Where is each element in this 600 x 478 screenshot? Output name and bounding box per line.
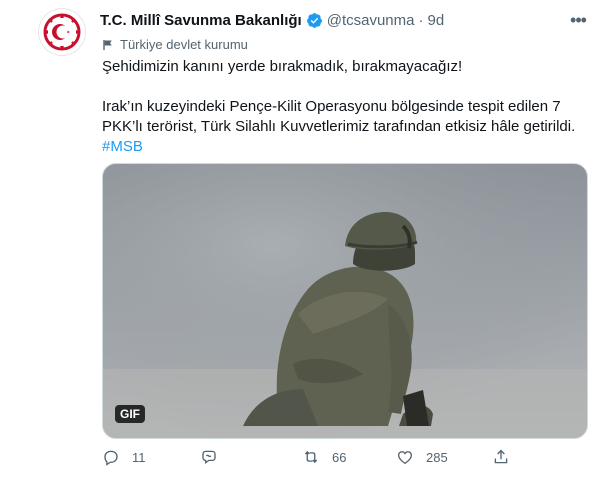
spaces-button[interactable] xyxy=(200,448,230,466)
tweet-media-gif[interactable]: GIF xyxy=(102,163,588,439)
reply-icon xyxy=(104,450,118,466)
tweet-line-2: Irak’ın kuzeyindeki Pençe-Kilit Operasyo… xyxy=(102,98,576,135)
soldier-image xyxy=(103,164,587,438)
reply-button[interactable]: 11 xyxy=(102,448,146,466)
government-label[interactable]: Türkiye devlet kurumu xyxy=(102,37,248,52)
tweet-text: Şehidimizin kanını yerde bırakmadık, bır… xyxy=(102,57,582,157)
more-icon[interactable]: ••• xyxy=(566,8,590,32)
reply-count: 11 xyxy=(132,449,146,465)
like-icon xyxy=(397,451,413,465)
gif-badge: GIF xyxy=(115,405,145,423)
tweet-timestamp[interactable]: 9d xyxy=(427,12,444,29)
tweet-actions: 11 66 285 xyxy=(96,448,536,478)
government-flag-icon xyxy=(103,39,112,50)
like-count: 285 xyxy=(426,449,448,465)
account-name[interactable]: T.C. Millî Savunma Bakanlığı xyxy=(100,12,302,29)
avatar[interactable] xyxy=(38,8,86,56)
tweet-card[interactable]: T.C. Millî Savunma Bakanlığı @tcsavunma … xyxy=(0,0,600,478)
emblem-icon xyxy=(43,13,81,51)
spaces-icon xyxy=(202,450,216,464)
account-handle[interactable]: @tcsavunma xyxy=(327,12,415,29)
verified-badge-icon xyxy=(306,13,322,28)
separator-dot: · xyxy=(418,12,424,29)
share-button[interactable] xyxy=(492,448,522,466)
retweet-count: 66 xyxy=(332,449,347,465)
like-button[interactable]: 285 xyxy=(396,448,448,466)
tweet-line-1: Şehidimizin kanını yerde bırakmadık, bır… xyxy=(102,58,463,75)
government-label-text: Türkiye devlet kurumu xyxy=(120,37,248,52)
share-icon xyxy=(494,449,508,464)
hashtag-link[interactable]: #MSB xyxy=(102,137,582,157)
retweet-button[interactable]: 66 xyxy=(302,448,346,466)
retweet-icon xyxy=(304,450,318,464)
